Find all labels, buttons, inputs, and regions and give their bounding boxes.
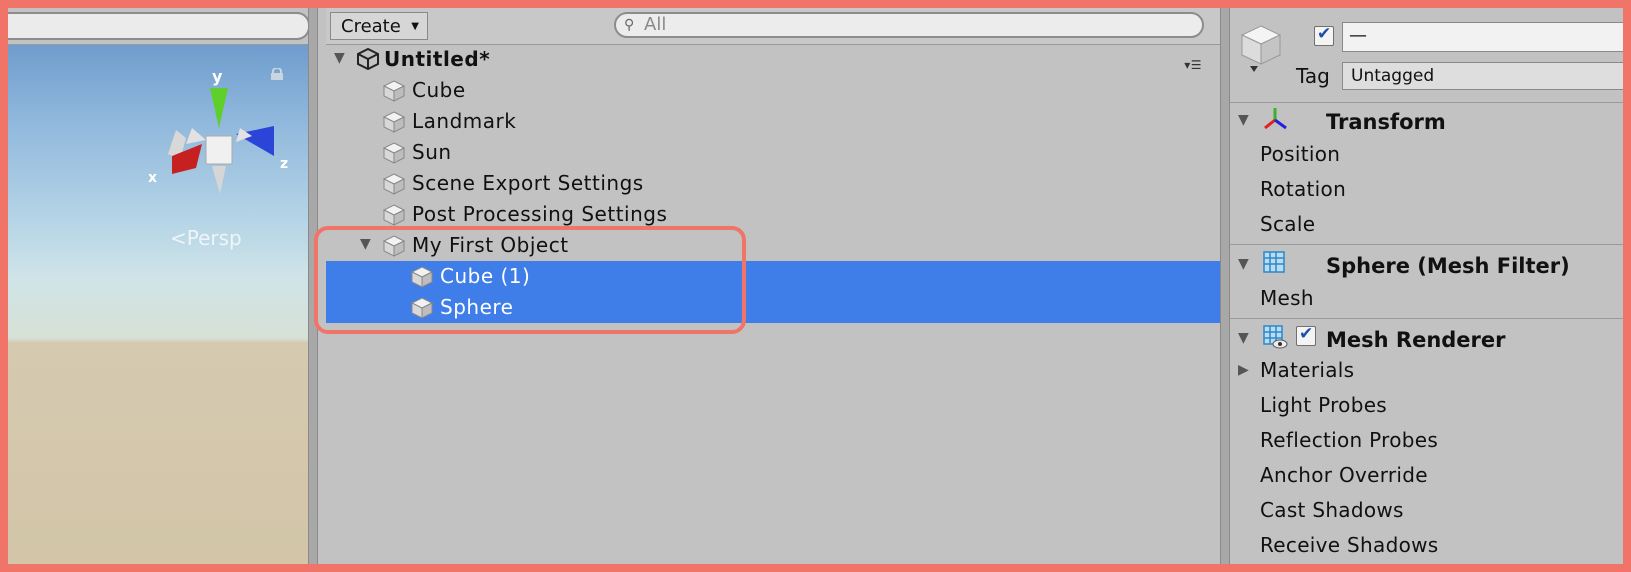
create-button[interactable]: Create ▼ [330,12,428,40]
tag-dropdown[interactable]: Untagged [1342,62,1623,90]
orientation-gizmo[interactable]: y x z [128,56,298,206]
reflection-probes-label[interactable]: Reflection Probes [1260,428,1438,452]
unity-logo-icon [357,47,379,71]
gameobject-icon [382,111,406,133]
collapse-triangle-icon[interactable]: ▼ [1238,330,1249,346]
annotation-highlight [314,226,746,334]
active-checkbox[interactable] [1314,24,1334,46]
gameobject-icon [382,142,406,164]
gameobject-icon [382,204,406,226]
hierarchy-item[interactable]: Cube [326,75,1222,106]
mesh-filter-grid-icon [1263,251,1285,273]
materials-label[interactable]: Materials [1260,358,1354,382]
gizmo-z-label: z [280,156,288,172]
hierarchy-item-label: Landmark [412,109,517,133]
inspector-panel: — Tag Untagged ▼ Transform Position Rota… [1230,8,1623,564]
panel-divider[interactable] [1220,8,1230,564]
hierarchy-item-label: Sun [412,140,452,164]
projection-label[interactable]: <Persp [170,226,242,250]
hierarchy-item[interactable]: Scene Export Settings [326,168,1222,199]
mesh-filter-title[interactable]: Sphere (Mesh Filter) [1326,254,1570,278]
scene-search-field[interactable] [8,12,310,40]
component-separator [1230,318,1623,319]
transform-title[interactable]: Transform [1326,110,1446,134]
light-probes-label[interactable]: Light Probes [1260,393,1387,417]
search-icon: ⚲ [624,17,635,33]
gameobject-cube-icon[interactable] [1238,18,1284,74]
gizmo-y-cone[interactable] [210,88,228,128]
collapse-triangle-icon[interactable]: ▼ [1238,256,1249,272]
mesh-renderer-enabled-checkbox[interactable] [1296,324,1316,346]
hierarchy-search-input[interactable]: ⚲ All [614,12,1204,38]
hamburger-menu-icon[interactable]: ▾☰ [1184,58,1202,72]
scale-label[interactable]: Scale [1260,212,1315,236]
gizmo-center-cube[interactable] [205,135,233,165]
gameobject-icon [382,173,406,195]
hierarchy-item-label: Scene Export Settings [412,171,644,195]
hierarchy-item-label: Post Processing Settings [412,202,668,226]
scene-view[interactable]: y x z <Persp [8,8,318,564]
scene-toolbar [8,8,318,45]
rotation-label[interactable]: Rotation [1260,177,1346,201]
hierarchy-item[interactable]: Sun [326,137,1222,168]
expand-triangle-icon[interactable]: ▶ [1238,362,1249,378]
gizmo-x-label: x [148,170,157,186]
receive-shadows-label[interactable]: Receive Shadows [1260,533,1439,557]
mesh-renderer-title[interactable]: Mesh Renderer [1326,328,1506,352]
anchor-override-label[interactable]: Anchor Override [1260,463,1428,487]
create-label: Create [341,16,401,37]
mesh-renderer-icon [1263,325,1288,349]
cast-shadows-label[interactable]: Cast Shadows [1260,498,1404,522]
gameobject-icon [382,80,406,102]
name-field[interactable]: — [1342,22,1623,52]
dropdown-caret-icon: ▼ [411,21,419,32]
component-separator [1230,244,1623,245]
expand-triangle-icon[interactable]: ▼ [334,50,345,66]
hierarchy-toolbar: Create ▼ ⚲ All [326,8,1222,45]
transform-axes-icon [1264,108,1287,130]
gizmo-y-label: y [212,67,223,86]
position-label[interactable]: Position [1260,142,1340,166]
unity-editor: y x z <Persp Create ▼ ⚲ All ▼ Untitled* [8,8,1623,564]
scene-root-row[interactable]: ▼ Untitled* ▾☰ [326,44,1222,75]
hierarchy-item[interactable]: Landmark [326,106,1222,137]
search-placeholder: All [644,14,667,35]
collapse-triangle-icon[interactable]: ▼ [1238,112,1249,128]
scene-name: Untitled* [384,47,491,71]
mesh-label[interactable]: Mesh [1260,286,1314,310]
hierarchy-item-label: Cube [412,78,466,102]
inspector-header: — Tag Untagged [1230,8,1623,103]
tag-label: Tag [1296,64,1330,88]
